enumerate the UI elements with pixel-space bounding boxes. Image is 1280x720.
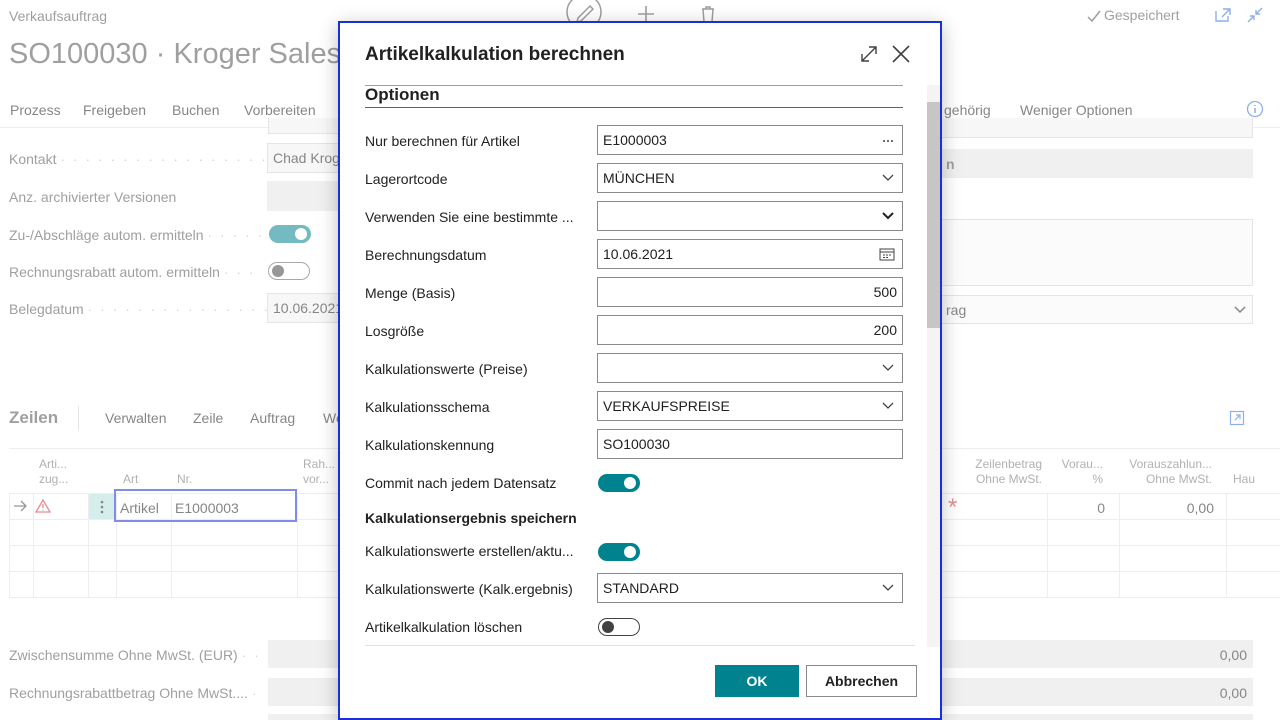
ok-button[interactable]: OK (715, 665, 799, 697)
cancel-button[interactable]: Abbrechen (806, 665, 917, 697)
commit-toggle[interactable] (598, 474, 640, 492)
field-label-lagerort: Lagerortcode (365, 171, 448, 187)
field-label-losgroesse: Losgröße (365, 323, 425, 339)
divider (365, 107, 903, 108)
field-label-loeschen: Artikelkalkulation löschen (365, 619, 523, 635)
field-label-kalk-ergebnis: Kalkulationswerte (Kalk.ergebnis) (365, 581, 573, 597)
kalkulationswerte-preise-dropdown[interactable] (597, 353, 903, 383)
kalkulationskennung-input[interactable]: SO100030 (597, 429, 903, 459)
dialog-title: Artikelkalkulation berechnen (365, 44, 625, 65)
field-label-artikel: Nur berechnen für Artikel (365, 133, 520, 149)
verwenden-select[interactable] (597, 201, 903, 231)
calendar-icon (879, 248, 895, 261)
options-section-title: Optionen (365, 85, 440, 104)
field-label-kalkulationsschema: Kalkulationsschema (365, 399, 490, 415)
close-icon[interactable] (890, 43, 912, 65)
chevron-down-icon (882, 584, 894, 591)
calc-dialog: Artikelkalkulation berechnen Optionen Nu… (338, 21, 942, 720)
chevron-down-icon (882, 402, 894, 409)
erstellen-toggle[interactable] (598, 543, 640, 561)
field-label-erstellen: Kalkulationswerte erstellen/aktu... (365, 543, 574, 559)
berechnungsdatum-input[interactable]: 10.06.2021 (597, 239, 903, 269)
expand-dialog-icon[interactable] (858, 43, 880, 65)
kalk-ergebnis-dropdown[interactable]: STANDARD (597, 573, 903, 603)
field-label-commit: Commit nach jedem Datensatz (365, 475, 557, 491)
loeschen-toggle[interactable] (598, 618, 640, 636)
subsection-title: Kalkulationsergebnis speichern (365, 510, 577, 526)
chevron-down-icon (882, 364, 894, 371)
chevron-down-icon (882, 174, 894, 181)
lagerort-dropdown[interactable]: MÜNCHEN (597, 163, 903, 193)
divider (365, 85, 903, 86)
chevron-down-icon (882, 212, 894, 220)
artikel-input[interactable]: E1000003 (597, 125, 903, 155)
field-label-menge: Menge (Basis) (365, 285, 456, 301)
field-label-verwenden: Verwenden Sie eine bestimmte ... (365, 209, 574, 225)
losgroesse-input[interactable]: 200 (597, 315, 903, 345)
field-label-kalkulationskennung: Kalkulationskennung (365, 437, 495, 453)
scrollbar-thumb[interactable] (927, 102, 940, 328)
menge-input[interactable]: 500 (597, 277, 903, 307)
kalkulationsschema-dropdown[interactable]: VERKAUFSPREISE (597, 391, 903, 421)
divider (365, 645, 915, 646)
lookup-ellipsis-icon (883, 140, 893, 142)
field-label-berechnungsdatum: Berechnungsdatum (365, 247, 487, 263)
field-label-kalkulationswerte-preise: Kalkulationswerte (Preise) (365, 361, 528, 377)
